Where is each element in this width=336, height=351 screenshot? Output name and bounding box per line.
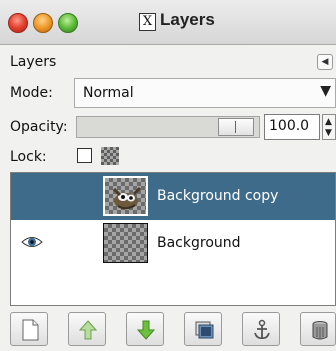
anchor-layer-button[interactable]	[242, 312, 280, 346]
lock-pixels-checkbox[interactable]	[77, 148, 92, 163]
close-window-button[interactable]	[8, 13, 28, 33]
raise-layer-icon	[78, 320, 98, 340]
new-layer-icon	[22, 319, 39, 341]
opacity-stepper[interactable]: ▲ ▼	[322, 114, 336, 140]
slider-grip-icon	[235, 121, 236, 133]
layer-row-background[interactable]: Background	[11, 220, 335, 267]
layer-thumbnail	[103, 176, 148, 216]
lower-layer-icon	[136, 320, 156, 340]
layer-name: Background	[157, 235, 241, 251]
duplicate-layer-button[interactable]	[184, 312, 222, 346]
window-title: Layers	[160, 10, 215, 29]
dock-title: Layers	[10, 54, 57, 70]
layer-row-background-copy[interactable]: Background copy	[11, 173, 335, 220]
layers-toolbar	[10, 312, 336, 348]
opacity-slider-thumb[interactable]	[218, 118, 254, 136]
mode-select[interactable]: Normal ▼	[74, 78, 336, 108]
raise-layer-button[interactable]	[68, 312, 106, 346]
anchor-layer-icon	[254, 319, 270, 340]
tab-menu-arrow-icon[interactable]: ◀	[317, 54, 333, 70]
lock-label: Lock:	[10, 149, 47, 165]
stepper-up-icon[interactable]: ▲	[325, 118, 332, 127]
layers-list[interactable]: Background copy Background	[10, 172, 336, 306]
opacity-input[interactable]: 100.0	[264, 114, 320, 140]
zoom-window-button[interactable]	[58, 13, 78, 33]
mode-label: Mode:	[10, 85, 53, 101]
new-layer-button[interactable]	[10, 312, 48, 346]
opacity-label: Opacity:	[10, 119, 68, 135]
delete-layer-icon	[312, 321, 328, 340]
mode-value: Normal	[83, 85, 134, 101]
dropdown-arrow-icon: ▼	[320, 83, 331, 99]
layer-thumbnail	[103, 223, 148, 263]
delete-layer-button[interactable]	[300, 312, 336, 346]
visibility-eye-icon[interactable]	[21, 235, 43, 249]
minimize-window-button[interactable]	[33, 13, 53, 33]
x11-icon: X	[139, 13, 156, 31]
lower-layer-button[interactable]	[126, 312, 164, 346]
lock-alpha-icon[interactable]	[101, 147, 119, 165]
duplicate-layer-icon	[195, 321, 214, 339]
wilber-mascot-icon	[112, 186, 142, 210]
layer-name: Background copy	[157, 188, 279, 204]
stepper-down-icon[interactable]: ▼	[325, 129, 332, 138]
